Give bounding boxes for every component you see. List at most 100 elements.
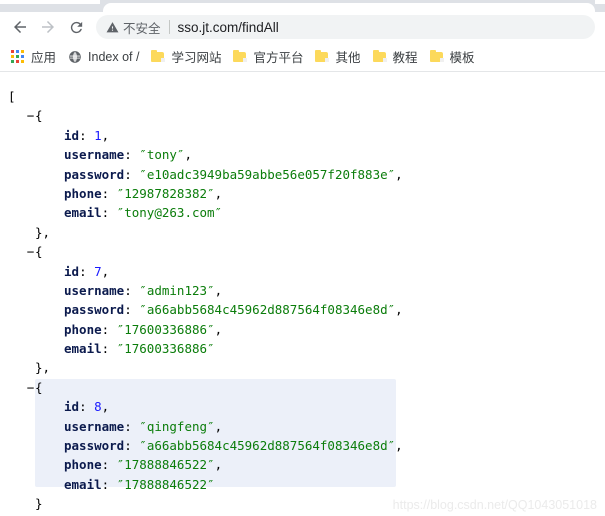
folder-icon [151, 50, 166, 63]
field-key: phone [64, 321, 102, 337]
field-value: qingfeng [146, 418, 208, 434]
object-open-line: −{ [8, 378, 605, 397]
collapse-toggle-icon[interactable]: − [26, 242, 35, 261]
field-colon: : [101, 341, 117, 357]
field-value: 17888846522 [124, 476, 208, 492]
field-value: 17888846522 [124, 457, 208, 473]
field-value: tony [146, 147, 177, 163]
field-colon: : [101, 185, 117, 201]
field-key: password [64, 302, 125, 318]
field-quote-close: ″ [214, 205, 223, 221]
bookmark-folder-muban[interactable]: 模板 [425, 45, 480, 69]
active-tab[interactable] [103, 3, 595, 12]
bookmark-label: 官方平台 [253, 51, 304, 65]
json-field-phone: phone: ″17888846522″, [8, 455, 605, 474]
field-key: phone [64, 457, 102, 473]
json-field-phone: phone: ″17600336886″, [8, 320, 605, 339]
collapse-toggle-icon[interactable]: − [26, 106, 35, 125]
tab-strip-left-gap [0, 0, 100, 4]
forward-button[interactable] [34, 13, 62, 41]
field-value: a66abb5684c45962d887564f08346e8d [146, 302, 388, 318]
browser-toolbar: 不安全 sso.jt.com/findAll [0, 12, 605, 42]
json-field-id: id: 7, [8, 262, 605, 281]
folder-icon [315, 50, 330, 63]
object-open-line: −{ [8, 242, 605, 261]
field-quote-close: ″ [207, 418, 215, 434]
bookmark-folder-qita[interactable]: 其他 [310, 45, 365, 69]
bookmark-label: 其他 [335, 51, 361, 65]
field-colon: : [124, 282, 140, 298]
bookmark-label: 学习网站 [171, 51, 222, 65]
reload-icon [68, 19, 85, 36]
field-colon: : [124, 166, 140, 182]
field-key: email [64, 341, 102, 357]
bookmark-label: 教程 [392, 51, 418, 65]
json-field-email: email: ″17888846522″ [8, 475, 605, 494]
field-colon: : [124, 418, 140, 434]
field-comma: , [214, 185, 223, 201]
field-quote-close: ″ [207, 341, 215, 357]
array-open-bracket: [ [8, 89, 16, 104]
folder-icon [233, 50, 248, 63]
object-close-line: } [8, 494, 605, 513]
collapse-toggle-icon[interactable]: − [26, 378, 35, 397]
bookmark-folder-guanfangpingtai[interactable]: 官方平台 [228, 45, 308, 69]
field-key: email [64, 205, 102, 221]
json-field-username: username: ″tony″, [8, 145, 605, 164]
json-field-phone: phone: ″12987828382″, [8, 184, 605, 203]
field-colon: : [79, 399, 95, 415]
warning-triangle-icon [106, 21, 119, 34]
field-comma: , [214, 418, 223, 434]
reload-button[interactable] [62, 13, 90, 41]
bookmark-label: Index of / [88, 49, 140, 64]
bookmark-folder-jiaocheng[interactable]: 教程 [368, 45, 423, 69]
json-field-password: password: ″a66abb5684c45962d887564f08346… [8, 300, 605, 319]
arrow-right-icon [39, 18, 57, 36]
bookmark-index-of[interactable]: Index of / [63, 45, 144, 69]
field-value: 1 [94, 127, 102, 143]
json-content: [ −{ id: 1, username: ″tony″, password: … [0, 73, 605, 516]
field-comma: , [395, 166, 403, 182]
field-value: a66abb5684c45962d887564f08346e8d [146, 438, 388, 454]
json-field-username: username: ″admin123″, [8, 281, 605, 300]
bookmark-apps[interactable]: 应用 [6, 45, 61, 69]
field-key: id [64, 263, 80, 279]
field-colon: : [101, 205, 117, 221]
security-status-label: 不安全 [123, 21, 161, 36]
field-quote-open: ″ [139, 302, 147, 318]
field-key: id [64, 127, 80, 143]
json-field-email: email: ″17600336886″ [8, 339, 605, 358]
object-close-brace: } [35, 496, 43, 512]
json-field-id: id: 8, [8, 397, 605, 416]
field-key: password [64, 438, 125, 454]
field-key: username [64, 147, 125, 163]
folder-icon [372, 50, 387, 63]
field-quote-close: ″ [207, 457, 215, 473]
field-quote-open: ″ [139, 438, 147, 454]
field-colon: : [101, 476, 117, 492]
array-open-line: [ [8, 87, 605, 106]
json-field-password: password: ″e10adc3949ba59abbe56e057f20f8… [8, 165, 605, 184]
omnibox-divider [168, 20, 170, 34]
url-text: sso.jt.com/findAll [177, 19, 279, 35]
address-bar[interactable]: 不安全 sso.jt.com/findAll [96, 15, 595, 39]
field-quote-open: ″ [139, 282, 147, 298]
field-key: username [64, 282, 125, 298]
object-close-line: }, [8, 223, 605, 242]
field-colon: : [101, 457, 117, 473]
field-value: 17600336886 [124, 321, 208, 337]
bookmark-label: 应用 [31, 51, 57, 65]
object-open-brace: { [35, 379, 43, 395]
back-button[interactable] [6, 13, 34, 41]
field-value: 7 [94, 263, 102, 279]
field-key: email [64, 476, 102, 492]
tab-strip-right-gap [595, 0, 605, 4]
folder-icon [429, 50, 444, 63]
field-colon: : [79, 263, 95, 279]
field-quote-open: ″ [139, 418, 147, 434]
bookmark-folder-xuexiwangzhan[interactable]: 学习网站 [146, 45, 226, 69]
field-value: 17600336886 [124, 341, 208, 357]
json-field-email: email: ″tony@263.com″ [8, 203, 605, 222]
field-colon: : [124, 147, 140, 163]
field-comma: , [214, 321, 223, 337]
